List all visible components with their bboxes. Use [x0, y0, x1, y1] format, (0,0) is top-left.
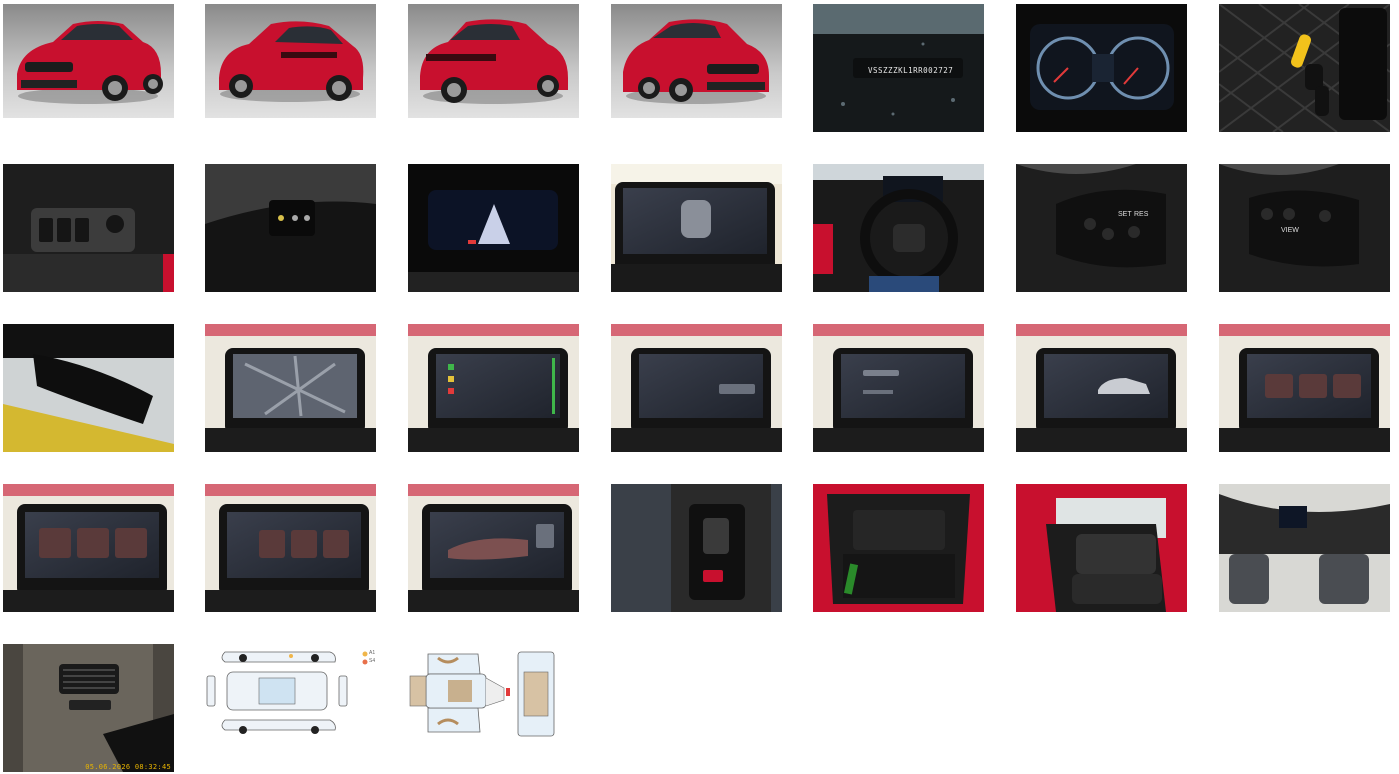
photo-rear-seats[interactable]	[1016, 484, 1187, 612]
photo-rear-vents[interactable]: 05.06.2026 08:32:45	[3, 644, 174, 772]
photo-infotainment-vehicle[interactable]	[1016, 324, 1187, 452]
photo-infotainment-parking[interactable]	[611, 164, 782, 292]
photo-cockpit-navigation[interactable]	[408, 164, 579, 292]
vin-number: VSSZZZKL1RR002727	[868, 66, 953, 75]
photo-keys[interactable]	[1219, 4, 1390, 132]
photo-gear-selector[interactable]	[611, 484, 782, 612]
svg-text:SET: SET	[1118, 211, 1132, 218]
legend-label-2: S4	[369, 658, 375, 664]
photo-center-console-buttons[interactable]	[205, 164, 376, 292]
photo-vin-plate[interactable]: VSSZZZKL1RR002727	[813, 4, 984, 132]
photo-infotainment-interior-view[interactable]	[408, 484, 579, 612]
damage-diagram-interior[interactable]	[408, 644, 558, 744]
photo-exterior-front-right[interactable]	[611, 4, 782, 118]
photo-steering-wheel[interactable]	[813, 164, 984, 292]
svg-text:VIEW: VIEW	[1281, 227, 1299, 234]
photo-infotainment-comfort[interactable]	[1219, 324, 1390, 452]
photo-exterior-rear-right[interactable]	[408, 4, 579, 118]
photo-rearview-mirror[interactable]	[3, 324, 174, 452]
photo-infotainment-settings[interactable]	[813, 324, 984, 452]
photo-interior-dashboard[interactable]	[1219, 484, 1390, 612]
photo-digital-cockpit[interactable]	[1016, 4, 1187, 132]
photo-steering-right-buttons[interactable]: VIEW	[1219, 164, 1390, 292]
photo-infotainment-list[interactable]	[408, 324, 579, 452]
photo-exterior-rear-left[interactable]	[205, 4, 376, 118]
photo-window-switches[interactable]	[3, 164, 174, 292]
photo-timestamp: 05.06.2026 08:32:45	[85, 763, 171, 771]
photo-steering-left-buttons[interactable]: SET RES	[1016, 164, 1187, 292]
legend-label-1: A1	[369, 650, 375, 656]
photo-infotainment-dialog[interactable]	[611, 324, 782, 452]
photo-infotainment-map[interactable]	[205, 324, 376, 452]
photo-exterior-front-left[interactable]	[3, 4, 174, 118]
photo-trunk[interactable]	[813, 484, 984, 612]
svg-text:RES: RES	[1134, 211, 1149, 218]
photo-infotainment-climate[interactable]	[205, 484, 376, 612]
damage-diagram-exterior[interactable]: A1 S4	[205, 644, 376, 744]
photo-infotainment-seat-heat[interactable]	[3, 484, 174, 612]
